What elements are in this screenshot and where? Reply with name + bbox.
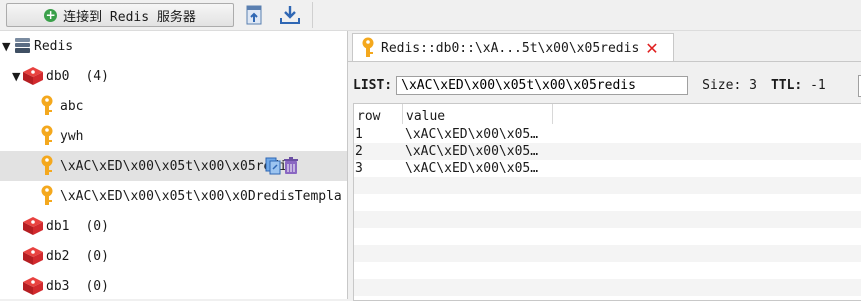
key-icon: [362, 37, 374, 57]
db-name: db2: [46, 248, 70, 264]
column-header-row[interactable]: ⌄ row: [354, 104, 403, 124]
tree-item-key[interactable]: ywh: [0, 121, 347, 151]
empty-row: [354, 228, 861, 245]
db-name: db0: [46, 68, 70, 84]
connection-tree: ▼ Redis ▼ db0 (4) abc ywh \xAC\xED\x00\x…: [0, 31, 348, 299]
key-size: Size: 3: [702, 77, 757, 93]
list-values-table: ⌄ row value 1 \xAC\xED\x00\x05… 2 \xAC\x…: [353, 103, 861, 301]
table-header: ⌄ row value: [354, 104, 861, 124]
empty-row: [354, 245, 861, 262]
tree-item-key[interactable]: \xAC\xED\x00\x05t\x00\x0DredisTempla: [0, 181, 347, 211]
db-key-count: (0): [85, 278, 109, 294]
tab-key-viewer[interactable]: Redis::db0::\xA...5t\x00\x05redis ✕: [352, 33, 674, 62]
db-key-count: (0): [85, 218, 109, 234]
key-name-input[interactable]: [396, 75, 689, 95]
key-icon: [41, 155, 53, 175]
ttl-value: -1: [810, 77, 826, 93]
key-icon: [41, 185, 53, 205]
tree-item-db0[interactable]: ▼ db0 (4): [0, 61, 347, 91]
sort-indicator-icon: ⌄: [374, 103, 382, 104]
table-row[interactable]: 3 \xAC\xED\x00\x05…: [354, 160, 861, 177]
key-type-label: LIST:: [353, 77, 393, 93]
toolbar: + 连接到 Redis 服务器: [0, 0, 861, 31]
download-icon[interactable]: [278, 3, 302, 27]
copy-icon[interactable]: [265, 157, 281, 175]
empty-row: [354, 262, 861, 279]
tree-item-label: Redis: [34, 38, 74, 54]
tab-divider: [348, 61, 861, 62]
connect-to-redis-button[interactable]: + 连接到 Redis 服务器: [6, 3, 234, 27]
connect-button-label: 连接到 Redis 服务器: [63, 9, 196, 25]
db-key-count: (0): [85, 248, 109, 264]
empty-row: [354, 211, 861, 228]
tree-item-db3[interactable]: db3 (0): [0, 271, 347, 299]
database-icon: [23, 247, 43, 265]
empty-row: [354, 194, 861, 211]
db-key-count: (4): [85, 68, 109, 84]
table-row[interactable]: 2 \xAC\xED\x00\x05…: [354, 143, 861, 160]
database-icon: [23, 277, 43, 295]
table-row[interactable]: 1 \xAC\xED\x00\x05…: [354, 126, 861, 143]
empty-row: [354, 279, 861, 296]
key-icon: [41, 125, 53, 145]
db-name: db1: [46, 218, 70, 234]
column-header-value[interactable]: value: [403, 104, 553, 124]
key-actions: [265, 157, 299, 175]
key-viewer-panel: Redis::db0::\xA...5t\x00\x05redis ✕ LIST…: [348, 31, 861, 301]
row-value: \xAC\xED\x00\x05…: [405, 144, 539, 159]
key-label: ywh: [60, 128, 84, 144]
row-value: \xAC\xED\x00\x05…: [405, 161, 539, 176]
database-icon: [23, 67, 43, 85]
key-icon: [41, 95, 53, 115]
tree-item-db1[interactable]: db1 (0): [0, 211, 347, 241]
collapse-arrow-icon[interactable]: ▼: [12, 70, 22, 83]
trash-icon[interactable]: [283, 157, 299, 175]
tree-item-key-selected[interactable]: \xAC\xED\x00\x05t\x00\x05redis: [0, 151, 347, 181]
table-body: 1 \xAC\xED\x00\x05… 2 \xAC\xED\x00\x05… …: [354, 126, 861, 296]
key-label: abc: [60, 98, 84, 114]
row-value: \xAC\xED\x00\x05…: [405, 127, 539, 142]
key-info-bar: LIST: Size: 3 TTL: -1: [348, 72, 861, 98]
key-label: \xAC\xED\x00\x05t\x00\x05redis: [60, 158, 295, 174]
ttl-display: TTL: -1: [771, 78, 826, 93]
key-label: \xAC\xED\x00\x05t\x00\x0DredisTempla: [60, 188, 342, 204]
row-index: 3: [355, 161, 363, 176]
tree-item-db2[interactable]: db2 (0): [0, 241, 347, 271]
database-icon: [23, 217, 43, 235]
add-connection-icon: +: [44, 7, 58, 22]
tab-title: Redis::db0::\xA...5t\x00\x05redis: [381, 40, 640, 56]
ttl-label: TTL:: [770, 77, 803, 93]
empty-row: [354, 177, 861, 194]
row-index: 1: [355, 127, 363, 142]
db-name: db3: [46, 278, 70, 294]
toolbar-separator: [312, 2, 313, 28]
row-index: 2: [355, 144, 363, 159]
import-icon[interactable]: [243, 3, 267, 27]
redis-server-icon: [15, 38, 30, 53]
tree-item-key[interactable]: abc: [0, 91, 347, 121]
close-icon[interactable]: ✕: [645, 39, 658, 58]
collapse-arrow-icon[interactable]: ▼: [2, 40, 12, 53]
tree-item-redis-server[interactable]: ▼ Redis: [0, 31, 347, 61]
